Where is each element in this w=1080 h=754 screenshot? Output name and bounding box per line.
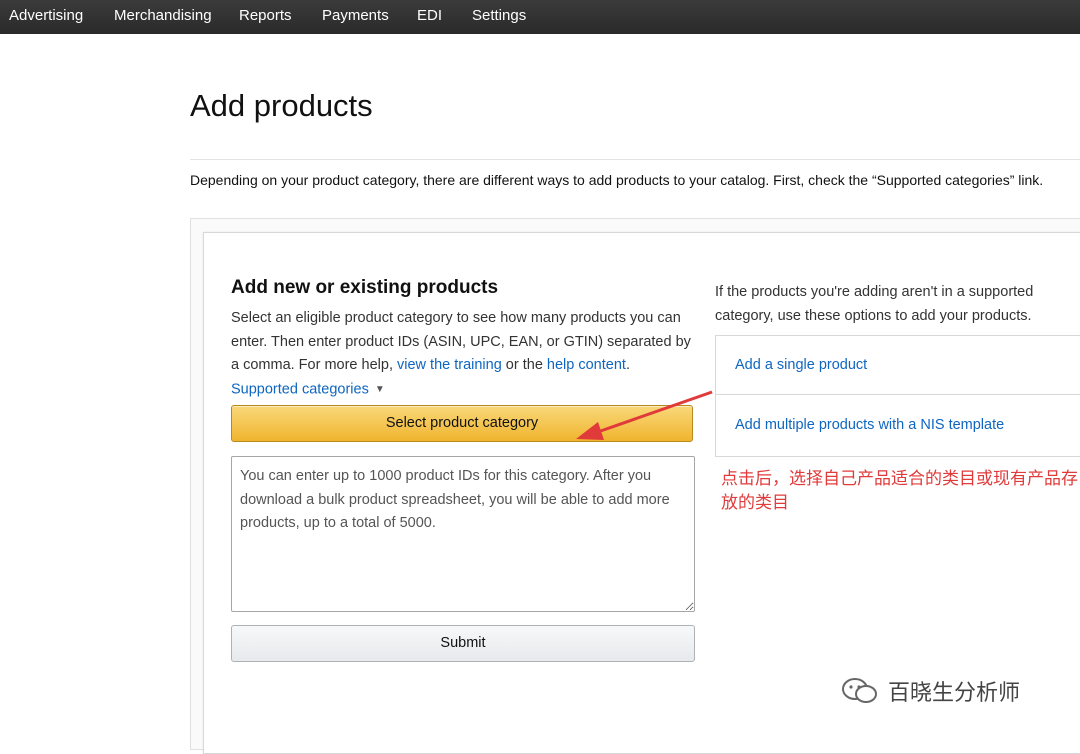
- nav-advertising[interactable]: Advertising: [9, 7, 83, 24]
- supported-categories-link[interactable]: Supported categories: [231, 381, 369, 397]
- nav-edi[interactable]: EDI: [417, 7, 442, 24]
- add-single-product-link[interactable]: Add a single product: [716, 336, 1080, 395]
- caret-down-icon[interactable]: ▼: [375, 378, 385, 402]
- help-content-link[interactable]: help content: [547, 357, 626, 373]
- submit-button[interactable]: Submit: [231, 625, 695, 662]
- nav-payments[interactable]: Payments: [322, 7, 389, 24]
- add-multiple-products-link[interactable]: Add multiple products with a NIS templat…: [716, 396, 1080, 455]
- section-title: Add new or existing products: [231, 277, 499, 298]
- annotation-text: 点击后，选择自己产品适合的类目或现有产品存放的类目: [721, 469, 1078, 513]
- product-ids-input[interactable]: [231, 456, 695, 612]
- watermark-text: 百晓生分析师: [888, 681, 1021, 706]
- title-divider: [190, 159, 1080, 160]
- nav-merchandising[interactable]: Merchandising: [114, 7, 212, 24]
- nav-settings[interactable]: Settings: [472, 7, 526, 24]
- intro-text: Depending on your product category, ther…: [190, 172, 1044, 188]
- right-description: If the products you're adding aren't in …: [715, 284, 1034, 324]
- top-nav: Advertising Merchandising Reports Paymen…: [0, 0, 1080, 34]
- section-description: Select an eligible product category to s…: [231, 307, 696, 402]
- view-training-link[interactable]: view the training: [397, 357, 502, 373]
- desc-text-2: or the: [501, 357, 547, 373]
- nav-reports[interactable]: Reports: [239, 7, 292, 24]
- add-options-list: Add a single product Add multiple produc…: [715, 335, 1080, 457]
- select-product-category-button[interactable]: Select product category: [231, 405, 693, 442]
- page-title: Add products: [190, 88, 373, 123]
- desc-text-3: .: [625, 357, 630, 373]
- watermark: 百晓生分析师: [840, 673, 1020, 709]
- wechat-icon: [842, 678, 877, 703]
